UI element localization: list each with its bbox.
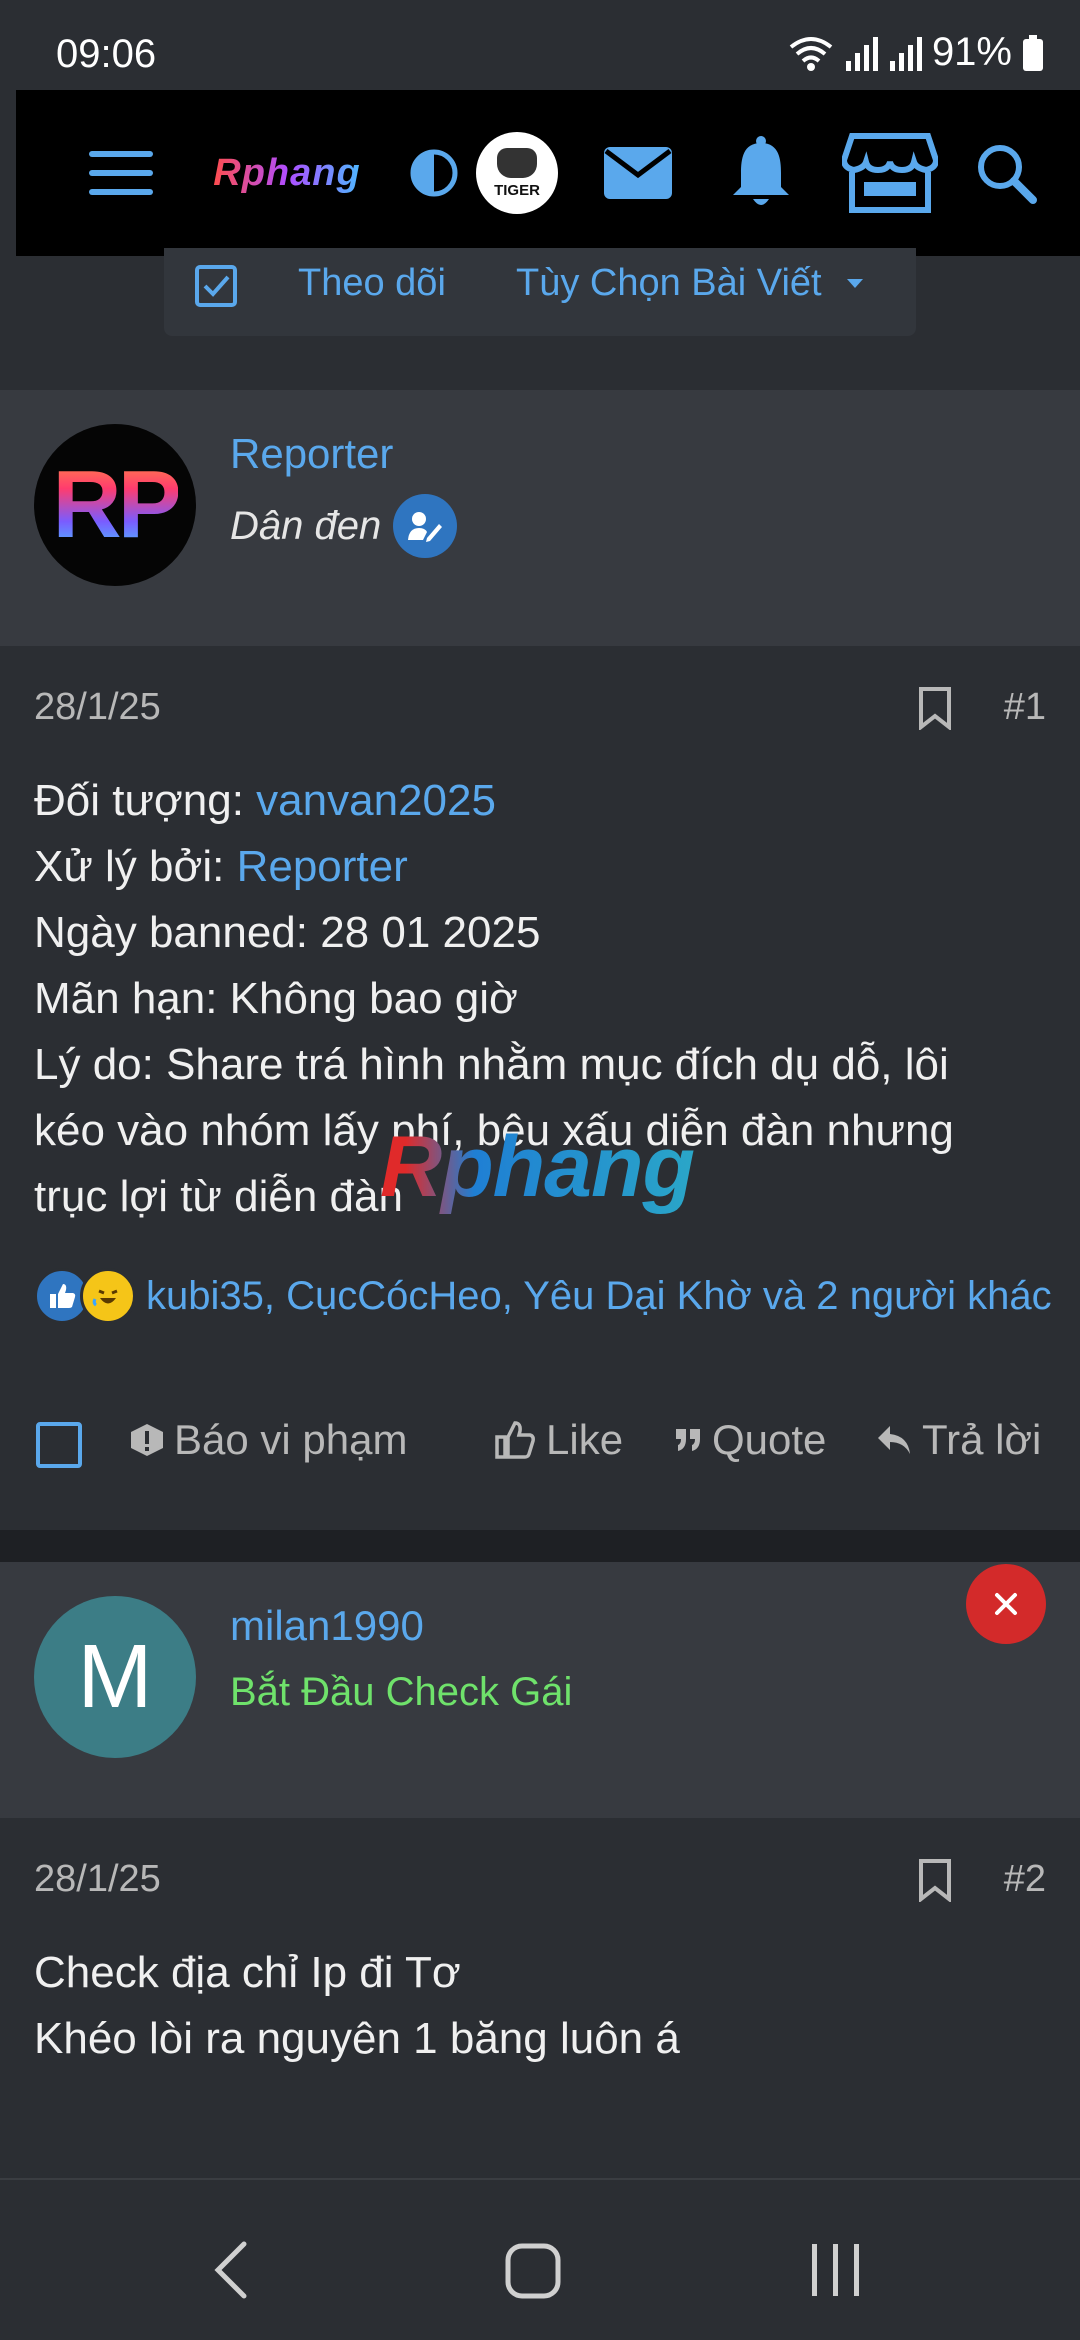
watermark-logo: Rphang (380, 1119, 695, 1215)
signal-icon (845, 36, 878, 71)
post-line: Xử lý bởi: Reporter (34, 834, 1044, 900)
laugh-reaction-icon (80, 1268, 136, 1324)
post-divider (0, 1530, 1080, 1562)
report-label: Báo vi phạm (174, 1416, 408, 1463)
reactions-text[interactable]: kubi35, CụcCócHeo, Yêu Dại Khờ và 2 ngườ… (146, 1274, 1052, 1319)
search-icon (978, 145, 1037, 204)
contrast-icon (410, 149, 458, 197)
post-line: Mãn hạn: Không bao giờ (34, 974, 518, 1023)
report-button[interactable]: Báo vi phạm (130, 1416, 407, 1464)
field-label: Xử lý bởi: (34, 842, 237, 891)
battery-icon (1023, 34, 1043, 71)
store-icon (842, 133, 938, 213)
logo-text: Rphang (213, 151, 361, 194)
notifications-button[interactable] (726, 130, 796, 216)
caret-down-icon (846, 278, 863, 288)
post-date[interactable]: 28/1/25 (34, 1858, 161, 1901)
home-icon[interactable] (504, 2240, 562, 2300)
bell-icon (733, 136, 789, 205)
like-label: Like (546, 1416, 624, 1463)
post-number[interactable]: #2 (1004, 1858, 1046, 1901)
select-post-checkbox[interactable] (36, 1422, 82, 1468)
quote-icon (676, 1429, 700, 1451)
post-actions: Báo vi phạm Like Quote Trả lời (0, 1416, 1080, 1486)
user-title: Dân đen (230, 494, 458, 558)
user-title: Bắt Đầu Check Gái (230, 1670, 572, 1715)
post-line: Đối tượng: vanvan2025 (34, 768, 1044, 834)
follow-button[interactable]: Theo dõi (298, 262, 446, 305)
bookmark-icon[interactable] (918, 686, 952, 730)
tiger-face-icon (497, 147, 537, 178)
envelope-icon (604, 147, 672, 199)
post-number[interactable]: #1 (1004, 686, 1046, 729)
checkbox-checked-icon[interactable] (194, 264, 238, 308)
hamburger-icon (89, 151, 153, 195)
theme-toggle-button[interactable] (404, 130, 464, 216)
messages-button[interactable] (600, 130, 676, 216)
status-icons: 91% (788, 30, 1044, 75)
reply-button[interactable]: Trả lời (876, 1416, 1041, 1464)
editor-badge-icon (393, 494, 458, 558)
site-logo[interactable]: Rphang (202, 130, 372, 216)
tiger-avatar-button[interactable]: TIGER (474, 130, 560, 216)
user-link[interactable]: vanvan2025 (256, 776, 496, 825)
reply-label: Trả lời (922, 1416, 1042, 1463)
post-date[interactable]: 28/1/25 (34, 686, 161, 729)
menu-button[interactable] (86, 130, 156, 216)
search-button[interactable] (972, 130, 1040, 216)
tiger-label: TIGER (494, 181, 540, 199)
post-line: Lý do: Share trá hình nhằm mục đích dụ d… (34, 1040, 949, 1089)
thread-tools: Theo dõi Tùy Chọn Bài Viết (164, 248, 916, 336)
recent-apps-icon[interactable] (808, 2240, 864, 2300)
post-line: Check địa chỉ Ip đi Tơ (34, 1948, 461, 1997)
like-button[interactable]: Like (494, 1416, 623, 1464)
thread-options-label: Tùy Chọn Bài Viết (516, 262, 822, 304)
field-label: Đối tượng: (34, 776, 257, 825)
bookmark-icon[interactable] (918, 1858, 952, 1902)
close-button[interactable] (966, 1564, 1046, 1644)
post-1-author-header: RP Reporter Dân đen (0, 390, 1080, 646)
top-navigation: Rphang TIGER (16, 90, 1080, 256)
tiger-logo: TIGER (476, 132, 558, 214)
username[interactable]: milan1990 (230, 1602, 424, 1650)
avatar[interactable]: RP (34, 424, 196, 586)
avatar-initials: RP (52, 451, 181, 558)
reply-icon (878, 1426, 910, 1454)
quote-label: Quote (712, 1416, 827, 1463)
post-content: Check địa chỉ Ip đi Tơ Khéo lòi ra nguyê… (34, 1940, 1044, 2072)
post-2-body: 28/1/25 #2 Check địa chỉ Ip đi Tơ Khéo l… (0, 1818, 1080, 2178)
username[interactable]: Reporter (230, 430, 393, 478)
quote-button[interactable]: Quote (674, 1416, 826, 1464)
user-link[interactable]: Reporter (237, 842, 408, 891)
status-time: 09:06 (56, 32, 157, 76)
back-icon[interactable] (210, 2240, 250, 2300)
store-button[interactable] (840, 130, 940, 216)
reactions-bar[interactable]: kubi35, CụcCócHeo, Yêu Dại Khờ và 2 ngườ… (34, 1268, 1052, 1324)
system-navigation-bar (0, 2178, 1080, 2340)
user-title-text: Bắt Đầu Check Gái (230, 1670, 573, 1714)
wifi-icon (789, 36, 833, 71)
post-line: Khéo lòi ra nguyên 1 băng luôn á (34, 2014, 680, 2063)
battery-percent: 91% (931, 30, 1012, 74)
avatar-initials: M (77, 1626, 153, 1727)
thread-options-dropdown[interactable]: Tùy Chọn Bài Viết (516, 262, 864, 305)
post-line: Ngày banned: 28 01 2025 (34, 908, 541, 957)
warning-icon (131, 1424, 163, 1456)
status-bar: 09:06 91% (0, 0, 1080, 90)
post-1-body: 28/1/25 #1 Đối tượng: vanvan2025 Xử lý b… (0, 646, 1080, 1530)
signal-icon-2 (889, 36, 922, 71)
post-2-author-header: M milan1990 Bắt Đầu Check Gái (0, 1562, 1080, 1818)
user-title-text: Dân đen (230, 503, 382, 548)
thumbs-up-icon (495, 1421, 535, 1459)
close-icon (995, 1593, 1017, 1615)
avatar[interactable]: M (34, 1596, 196, 1758)
